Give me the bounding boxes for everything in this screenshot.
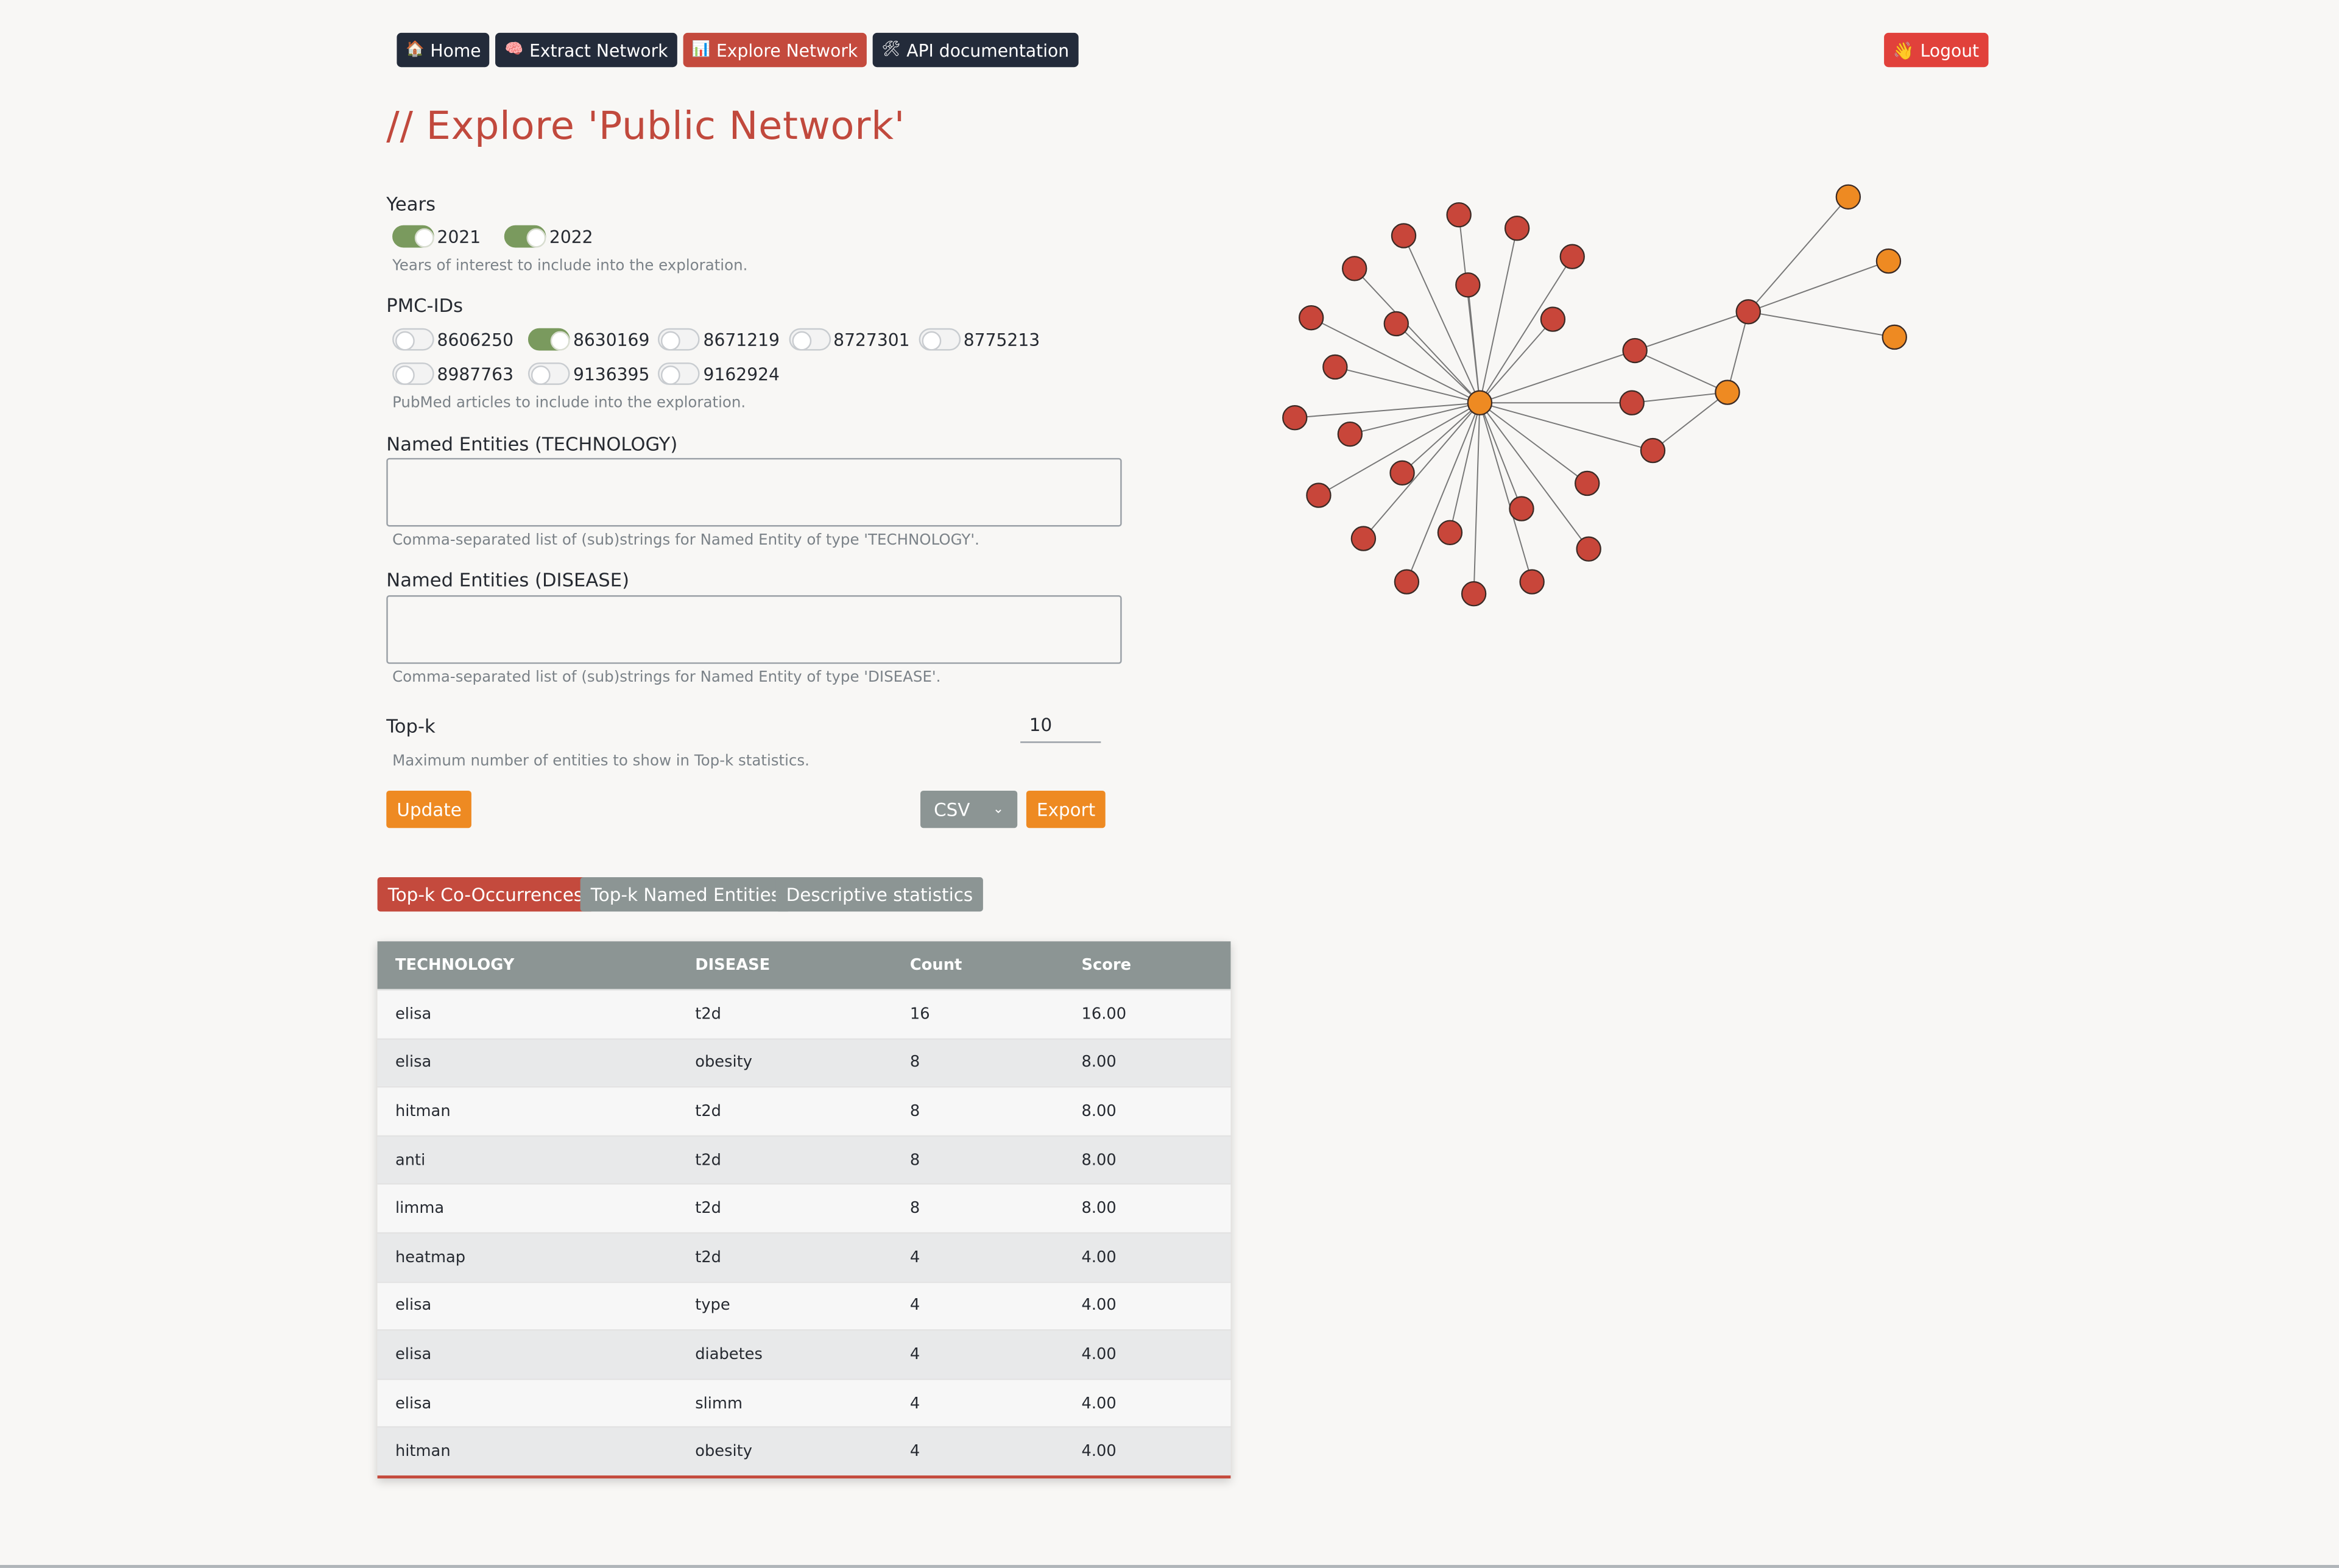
disease-node[interactable] — [1282, 405, 1308, 431]
disease-node[interactable] — [1394, 569, 1420, 595]
disease-node[interactable] — [1504, 216, 1530, 241]
graph-edge — [1479, 402, 1533, 582]
graph-edge — [1395, 323, 1481, 403]
disease-node[interactable] — [1540, 306, 1566, 332]
graph-edge — [1479, 228, 1518, 403]
disease-node[interactable] — [1640, 437, 1666, 464]
graph-edge — [1632, 392, 1728, 404]
disease-node[interactable] — [1509, 496, 1534, 521]
disease-node[interactable] — [1350, 526, 1377, 551]
technology-node[interactable] — [1875, 248, 1902, 274]
graph-edge — [1473, 403, 1481, 594]
disease-node[interactable] — [1455, 272, 1481, 298]
disease-node[interactable] — [1337, 421, 1363, 447]
technology-node[interactable] — [1467, 390, 1493, 415]
disease-node[interactable] — [1619, 390, 1645, 415]
graph-edge — [1748, 260, 1889, 313]
technology-node[interactable] — [1882, 324, 1907, 350]
disease-node[interactable] — [1735, 299, 1761, 325]
graph-edge — [1634, 311, 1749, 351]
graph-edge — [1402, 402, 1481, 474]
disease-node[interactable] — [1622, 337, 1648, 364]
disease-node[interactable] — [1519, 569, 1545, 595]
disease-node[interactable] — [1391, 223, 1417, 249]
graph-edge — [1335, 366, 1480, 404]
disease-node[interactable] — [1461, 581, 1487, 607]
graph-edge — [1748, 311, 1895, 338]
disease-node[interactable] — [1559, 244, 1585, 269]
disease-node[interactable] — [1575, 470, 1600, 496]
graph-edge — [1294, 402, 1480, 418]
footer-divider — [0, 1565, 2339, 1568]
disease-node[interactable] — [1389, 460, 1415, 486]
graph-edge — [1363, 402, 1481, 539]
disease-node[interactable] — [1322, 354, 1348, 380]
disease-node[interactable] — [1446, 202, 1472, 228]
graph-edge — [1748, 196, 1849, 313]
disease-node[interactable] — [1306, 482, 1332, 508]
graph-edge — [1467, 284, 1481, 403]
graph-edge — [1449, 403, 1481, 533]
graph-edge — [1652, 392, 1728, 451]
technology-node[interactable] — [1835, 184, 1861, 210]
graph-edge — [1406, 402, 1481, 582]
disease-node[interactable] — [1341, 256, 1367, 281]
disease-node[interactable] — [1437, 520, 1463, 545]
network-graph[interactable] — [0, 0, 2339, 1568]
graph-edge — [1479, 402, 1589, 549]
graph-edge — [1634, 350, 1728, 393]
disease-node[interactable] — [1298, 305, 1324, 331]
disease-node[interactable] — [1383, 311, 1409, 337]
disease-node[interactable] — [1576, 536, 1601, 562]
graph-edge — [1403, 235, 1481, 403]
technology-node[interactable] — [1715, 380, 1740, 405]
